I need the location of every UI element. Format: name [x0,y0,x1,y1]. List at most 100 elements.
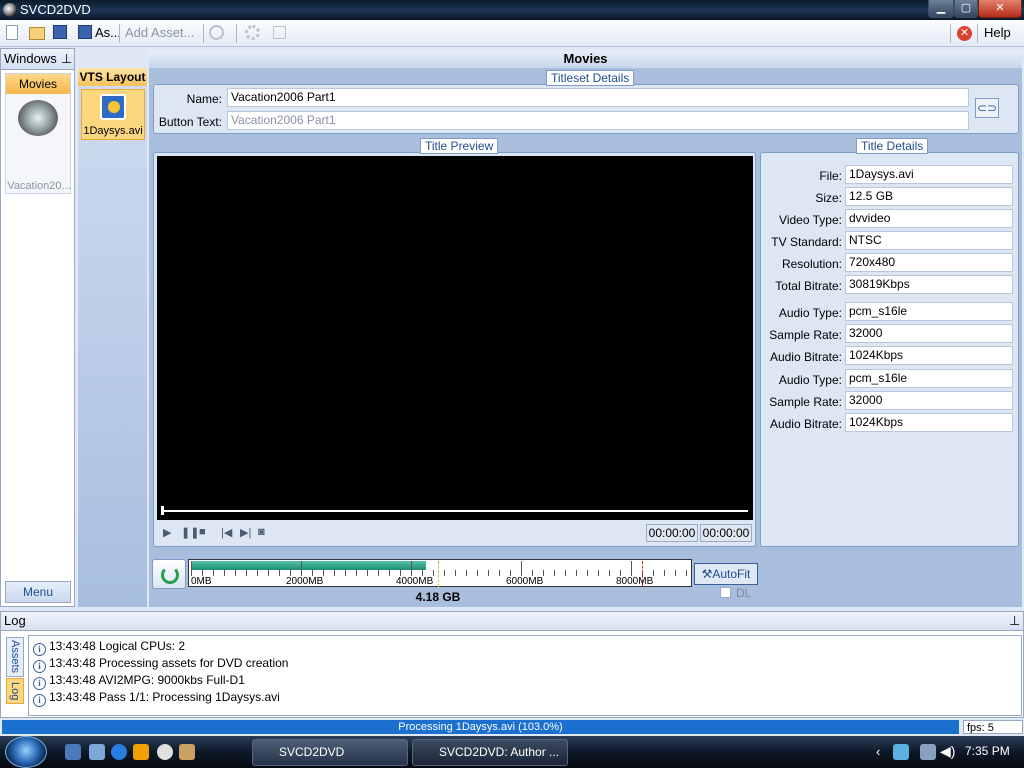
add-asset-button[interactable]: Add Asset... [125,25,194,41]
media-player-icon[interactable] [133,744,149,760]
start-button[interactable] [5,736,47,768]
movies-panel-header[interactable]: Movies [6,74,70,94]
video-file-icon [100,94,126,120]
detail-label: Resolution: [781,257,842,271]
name-field[interactable]: Vacation2006 Part1 [227,88,969,107]
close-button[interactable]: ✕ [978,0,1022,18]
capacity-tick [499,570,500,576]
capacity-tick [488,570,489,576]
minimize-button[interactable]: ▁ [928,0,954,18]
button-text-field[interactable]: Vacation2006 Part1 [227,111,969,130]
network-tray-icon[interactable] [893,744,909,760]
video-preview[interactable] [157,156,753,520]
movies-panel[interactable]: Movies Vacation20... [5,73,71,194]
detail-value[interactable]: 12.5 GB [845,187,1013,206]
detail-value[interactable]: pcm_s16le [845,302,1013,321]
save-as-button[interactable]: As... [95,25,121,41]
vts-title-item[interactable]: 1Daysys.avi [81,89,145,140]
capacity-label: 0MB [191,576,212,587]
pause-icon[interactable]: ❚❚ [181,526,199,539]
capacity-tick [301,561,302,576]
detail-value[interactable]: pcm_s16le [845,369,1013,388]
capacity-used-label: 4.18 GB [415,590,461,604]
taskbar: SVCD2DVD SVCD2DVD: Author ... ‹ ◀) 7:35 … [0,736,1024,768]
detail-value[interactable]: dvvideo [845,209,1013,228]
menu-tab[interactable]: Menu [5,581,71,603]
detail-value[interactable]: 1Daysys.avi [845,165,1013,184]
link-chain-icon[interactable]: ⊂⊃ [975,98,999,118]
tray-expand-icon[interactable]: ‹ [876,744,880,759]
snapshot-camera-icon[interactable]: ◙ [258,526,265,538]
log-line-text: 13:43:48 Logical CPUs: 2 [49,639,186,653]
detail-value[interactable]: 32000 [845,324,1013,343]
info-icon: i [33,694,46,707]
capacity-tick [521,561,522,576]
movies-header: Movies [149,50,1022,68]
seek-bar[interactable] [162,510,748,512]
detail-value[interactable]: 1024Kbps [845,413,1013,432]
detail-label: TV Standard: [771,235,842,249]
autofit-button[interactable]: ⚒AutoFit [694,563,758,585]
film-reel-icon[interactable] [18,100,58,136]
title-bar: SVCD2DVD ▁ ▢ ✕ [0,0,1024,20]
svcd2dvd-quicklaunch-icon[interactable] [157,744,173,760]
detail-value[interactable]: 30819Kbps [845,275,1013,294]
detail-value[interactable]: NTSC [845,231,1013,250]
new-file-icon[interactable] [6,25,18,40]
pin-icon[interactable]: ⊥ [1009,612,1020,630]
volume-icon[interactable]: ◀) [940,743,955,760]
windows-pane-header: Windows ⊥ [1,49,74,70]
internet-explorer-icon[interactable] [111,744,127,760]
pin-icon[interactable]: ⊥ [61,49,72,69]
toolbar-separator [119,24,120,43]
show-desktop-icon[interactable] [65,744,81,760]
capacity-tick [631,561,632,576]
detail-label: Audio Bitrate: [769,417,842,431]
switch-windows-icon[interactable] [89,744,105,760]
save-as-icon[interactable] [78,25,92,39]
save-icon[interactable] [53,25,67,39]
open-folder-icon[interactable] [29,27,45,40]
next-icon[interactable]: ▶| [240,526,251,539]
refresh-button[interactable] [152,559,186,589]
maximize-button[interactable]: ▢ [954,0,978,18]
capacity-tick [444,570,445,576]
windows-pane: Windows ⊥ Movies Vacation20... Menu [0,48,75,607]
previous-icon[interactable]: |◀ [221,526,232,539]
play-icon [108,101,120,113]
play-icon[interactable]: ▶ [163,526,171,539]
exit-icon[interactable]: ✕ [957,26,972,41]
movie-item-label[interactable]: Vacation20... [7,180,71,192]
log-tab[interactable]: Log [6,678,24,704]
capacity-used-fill [191,561,426,570]
detail-value[interactable]: 1024Kbps [845,346,1013,365]
capacity-tick [334,570,335,576]
taskbar-svcd2dvd-author[interactable]: SVCD2DVD: Author ... [412,739,568,766]
wand-icon: ⚒ [701,567,713,581]
capacity-tick [664,570,665,576]
tools-icon[interactable] [179,744,195,760]
capacity-label: 8000MB [616,576,654,587]
dual-layer-checkbox[interactable] [720,587,731,598]
capacity-tick [257,570,258,576]
stop-icon[interactable]: ■ [199,526,206,538]
detail-value[interactable]: 32000 [845,391,1013,410]
seek-handle[interactable] [161,506,164,515]
capacity-tick [609,570,610,576]
capacity-tick [389,570,390,576]
burn-disc-icon[interactable] [209,25,224,40]
detail-value[interactable]: 720x480 [845,253,1013,272]
help-button[interactable]: Help [984,25,1011,41]
taskbar-svcd2dvd[interactable]: SVCD2DVD [252,739,408,766]
current-time: 00:00:00 [646,524,698,542]
info-icon: i [33,643,46,656]
about-icon[interactable] [273,26,286,39]
app-icon [3,3,17,17]
dvd9-limit-marker [642,561,643,587]
assets-tab[interactable]: Assets [6,637,24,677]
clock[interactable]: 7:35 PM [965,744,1010,758]
display-tray-icon[interactable] [920,744,936,760]
log-pane-title: Log [4,613,26,628]
settings-gear-icon[interactable] [245,25,260,40]
capacity-tick [191,561,192,576]
